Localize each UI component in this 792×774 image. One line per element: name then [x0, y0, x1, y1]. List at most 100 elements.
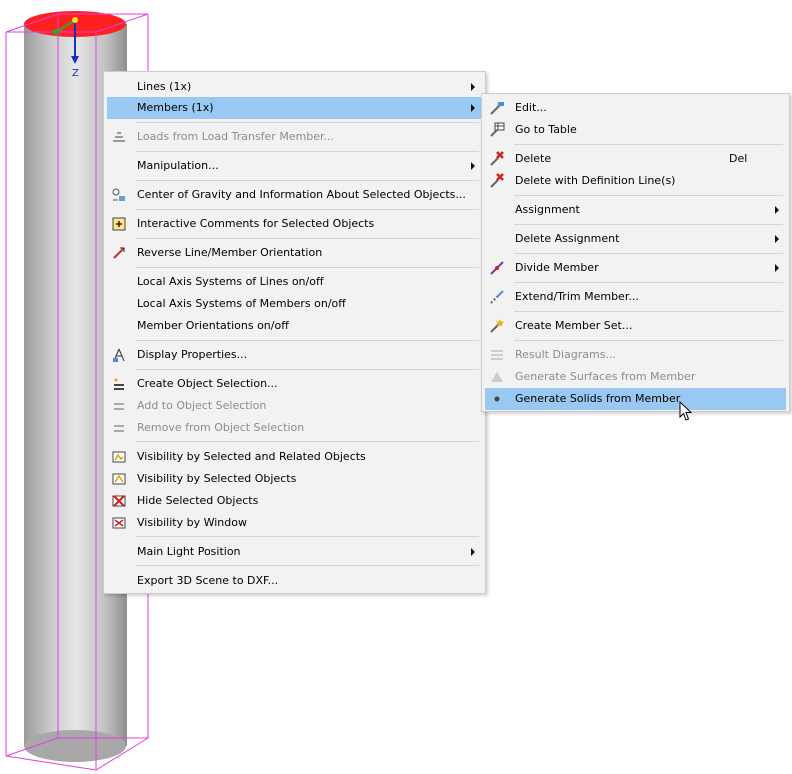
main-menu-item-label: Remove from Object Selection — [137, 421, 305, 434]
main-menu-item-lines-1x[interactable]: Lines (1x) — [107, 76, 482, 98]
sub-menu-item-delete[interactable]: Delete Del — [485, 148, 786, 170]
bullet-icon — [489, 391, 505, 407]
main-menu-item-visibility-by-selected-objects[interactable]: Visibility by Selected Objects — [107, 468, 482, 490]
main-menu-item-member-orientations-on-off[interactable]: Member Orientations on/off — [107, 315, 482, 337]
sub-menu-item-delete-with-definition-line-s[interactable]: Delete with Definition Line(s) — [485, 170, 786, 192]
delete-with-lines-icon — [489, 173, 505, 189]
main-menu-item-visibility-by-window[interactable]: Visibility by Window — [107, 512, 482, 534]
submenu-arrow-icon — [775, 235, 779, 243]
sub-menu-item-label: Assignment — [515, 203, 580, 216]
generate-surfaces-icon — [489, 369, 505, 385]
sub-menu-item-label: Delete — [515, 152, 552, 165]
menu-separator — [514, 253, 783, 254]
main-menu-item-display-properties[interactable]: Display Properties... — [107, 344, 482, 366]
menu-separator — [514, 311, 783, 312]
sub-menu-item-go-to-table[interactable]: Go to Table — [485, 119, 786, 141]
menu-separator — [136, 267, 479, 268]
main-menu-item-remove-from-object-selection: Remove from Object Selection — [107, 417, 482, 439]
main-menu-item-label: Manipulation... — [137, 159, 219, 172]
shortcut-label: Del — [729, 152, 748, 165]
sub-menu-item-label: Delete Assignment — [515, 232, 620, 245]
main-menu-item-label: Visibility by Selected and Related Objec… — [137, 450, 366, 463]
main-menu-item-label: Export 3D Scene to DXF... — [137, 574, 279, 587]
sub-menu-item-label: Create Member Set... — [515, 319, 633, 332]
menu-separator — [136, 238, 479, 239]
main-menu-item-reverse-line-member-orientation[interactable]: Reverse Line/Member Orientation — [107, 242, 482, 264]
menu-separator — [136, 151, 479, 152]
main-menu-item-local-axis-systems-of-lines-on-off[interactable]: Local Axis Systems of Lines on/off — [107, 271, 482, 293]
main-menu-item-label: Member Orientations on/off — [137, 319, 289, 332]
center-of-gravity-icon — [111, 187, 127, 203]
add-selection-icon — [111, 398, 127, 414]
main-menu-item-label: Local Axis Systems of Members on/off — [137, 297, 346, 310]
sub-menu-item-label: Go to Table — [515, 123, 577, 136]
main-menu-item-label: Interactive Comments for Selected Object… — [137, 217, 375, 230]
submenu-arrow-icon — [775, 264, 779, 272]
menu-separator — [514, 224, 783, 225]
main-menu-item-label: Add to Object Selection — [137, 399, 267, 412]
main-menu-item-main-light-position[interactable]: Main Light Position — [107, 541, 482, 563]
comments-icon — [111, 216, 127, 232]
divide-member-icon — [489, 260, 505, 276]
sub-menu-item-label: Extend/Trim Member... — [515, 290, 639, 303]
sub-menu-item-extend-trim-member[interactable]: Extend/Trim Member... — [485, 286, 786, 308]
visibility-related-icon — [111, 449, 127, 465]
visibility-window-icon — [111, 515, 127, 531]
sub-menu-item-generate-solids-from-member[interactable]: Generate Solids from Member — [485, 388, 786, 410]
sub-menu-item-label: Generate Surfaces from Member — [515, 370, 696, 383]
main-menu-item-hide-selected-objects[interactable]: Hide Selected Objects — [107, 490, 482, 512]
sub-menu-item-assignment[interactable]: Assignment — [485, 199, 786, 221]
main-menu-item-label: Local Axis Systems of Lines on/off — [137, 275, 324, 288]
sub-menu-item-create-member-set[interactable]: Create Member Set... — [485, 315, 786, 337]
main-menu-item-loads-from-load-transfer-member: Loads from Load Transfer Member... — [107, 126, 482, 148]
submenu-arrow-icon — [471, 83, 475, 91]
remove-selection-icon — [111, 420, 127, 436]
menu-separator — [514, 144, 783, 145]
menu-separator — [136, 180, 479, 181]
members-submenu: Edit... Go to Table Delete Del Delete with D… — [481, 93, 790, 412]
main-menu-item-manipulation[interactable]: Manipulation... — [107, 155, 482, 177]
sub-menu-item-label: Divide Member — [515, 261, 599, 274]
sub-menu-item-label: Result Diagrams... — [515, 348, 616, 361]
main-menu-item-label: Visibility by Window — [137, 516, 247, 529]
member-set-icon — [489, 318, 505, 334]
main-menu-item-members-1x[interactable]: Members (1x) — [107, 97, 482, 119]
main-menu-item-visibility-by-selected-and-related-objects[interactable]: Visibility by Selected and Related Objec… — [107, 446, 482, 468]
menu-separator — [514, 195, 783, 196]
menu-separator — [514, 340, 783, 341]
main-menu-item-label: Display Properties... — [137, 348, 248, 361]
hide-objects-icon — [111, 493, 127, 509]
main-menu-item-label: Create Object Selection... — [137, 377, 278, 390]
menu-separator — [136, 441, 479, 442]
sub-menu-item-delete-assignment[interactable]: Delete Assignment — [485, 228, 786, 250]
main-menu-item-add-to-object-selection: Add to Object Selection — [107, 395, 482, 417]
visibility-selected-icon — [111, 471, 127, 487]
main-menu-item-local-axis-systems-of-members-on-off[interactable]: Local Axis Systems of Members on/off — [107, 293, 482, 315]
menu-separator — [136, 340, 479, 341]
main-menu-item-label: Visibility by Selected Objects — [137, 472, 297, 485]
main-menu-item-label: Lines (1x) — [137, 80, 192, 93]
sub-menu-item-generate-surfaces-from-member: Generate Surfaces from Member — [485, 366, 786, 388]
main-menu-item-label: Members (1x) — [137, 101, 214, 114]
sub-menu-item-label: Generate Solids from Member — [515, 392, 681, 405]
main-menu-item-label: Main Light Position — [137, 545, 241, 558]
delete-icon — [489, 151, 505, 167]
submenu-arrow-icon — [471, 104, 475, 112]
menu-separator — [136, 536, 479, 537]
main-menu-item-label: Center of Gravity and Information About … — [137, 188, 466, 201]
main-menu-item-center-of-gravity-and-information-about-selected-objects[interactable]: Center of Gravity and Information About … — [107, 184, 482, 206]
load-transfer-icon — [111, 129, 127, 145]
main-menu-item-interactive-comments-for-selected-objects[interactable]: Interactive Comments for Selected Object… — [107, 213, 482, 235]
reverse-orientation-icon — [111, 245, 127, 261]
menu-separator — [136, 565, 479, 566]
sub-menu-item-edit[interactable]: Edit... — [485, 97, 786, 119]
main-menu-item-create-object-selection[interactable]: Create Object Selection... — [107, 373, 482, 395]
main-menu-item-export-3d-scene-to-dxf[interactable]: Export 3D Scene to DXF... — [107, 570, 482, 592]
result-diagrams-icon — [489, 347, 505, 363]
main-menu-item-label: Loads from Load Transfer Member... — [137, 130, 335, 143]
menu-separator — [136, 209, 479, 210]
mouse-cursor-icon — [679, 401, 693, 421]
sub-menu-item-divide-member[interactable]: Divide Member — [485, 257, 786, 279]
menu-separator — [514, 282, 783, 283]
go-to-table-icon — [489, 122, 505, 138]
